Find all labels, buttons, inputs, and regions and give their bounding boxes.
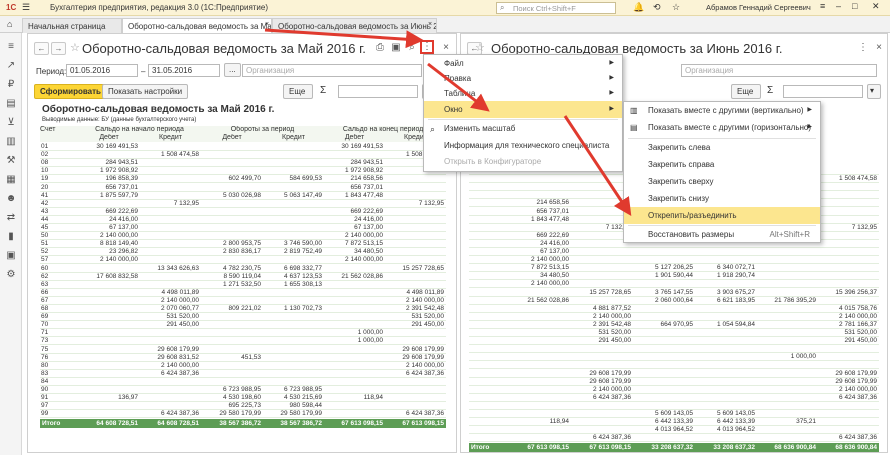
arrow-to-undock-item	[563, 115, 632, 217]
arrow-to-more-actions	[264, 28, 424, 49]
annotation-arrows	[264, 28, 632, 217]
arrow-to-window-item	[427, 62, 490, 112]
